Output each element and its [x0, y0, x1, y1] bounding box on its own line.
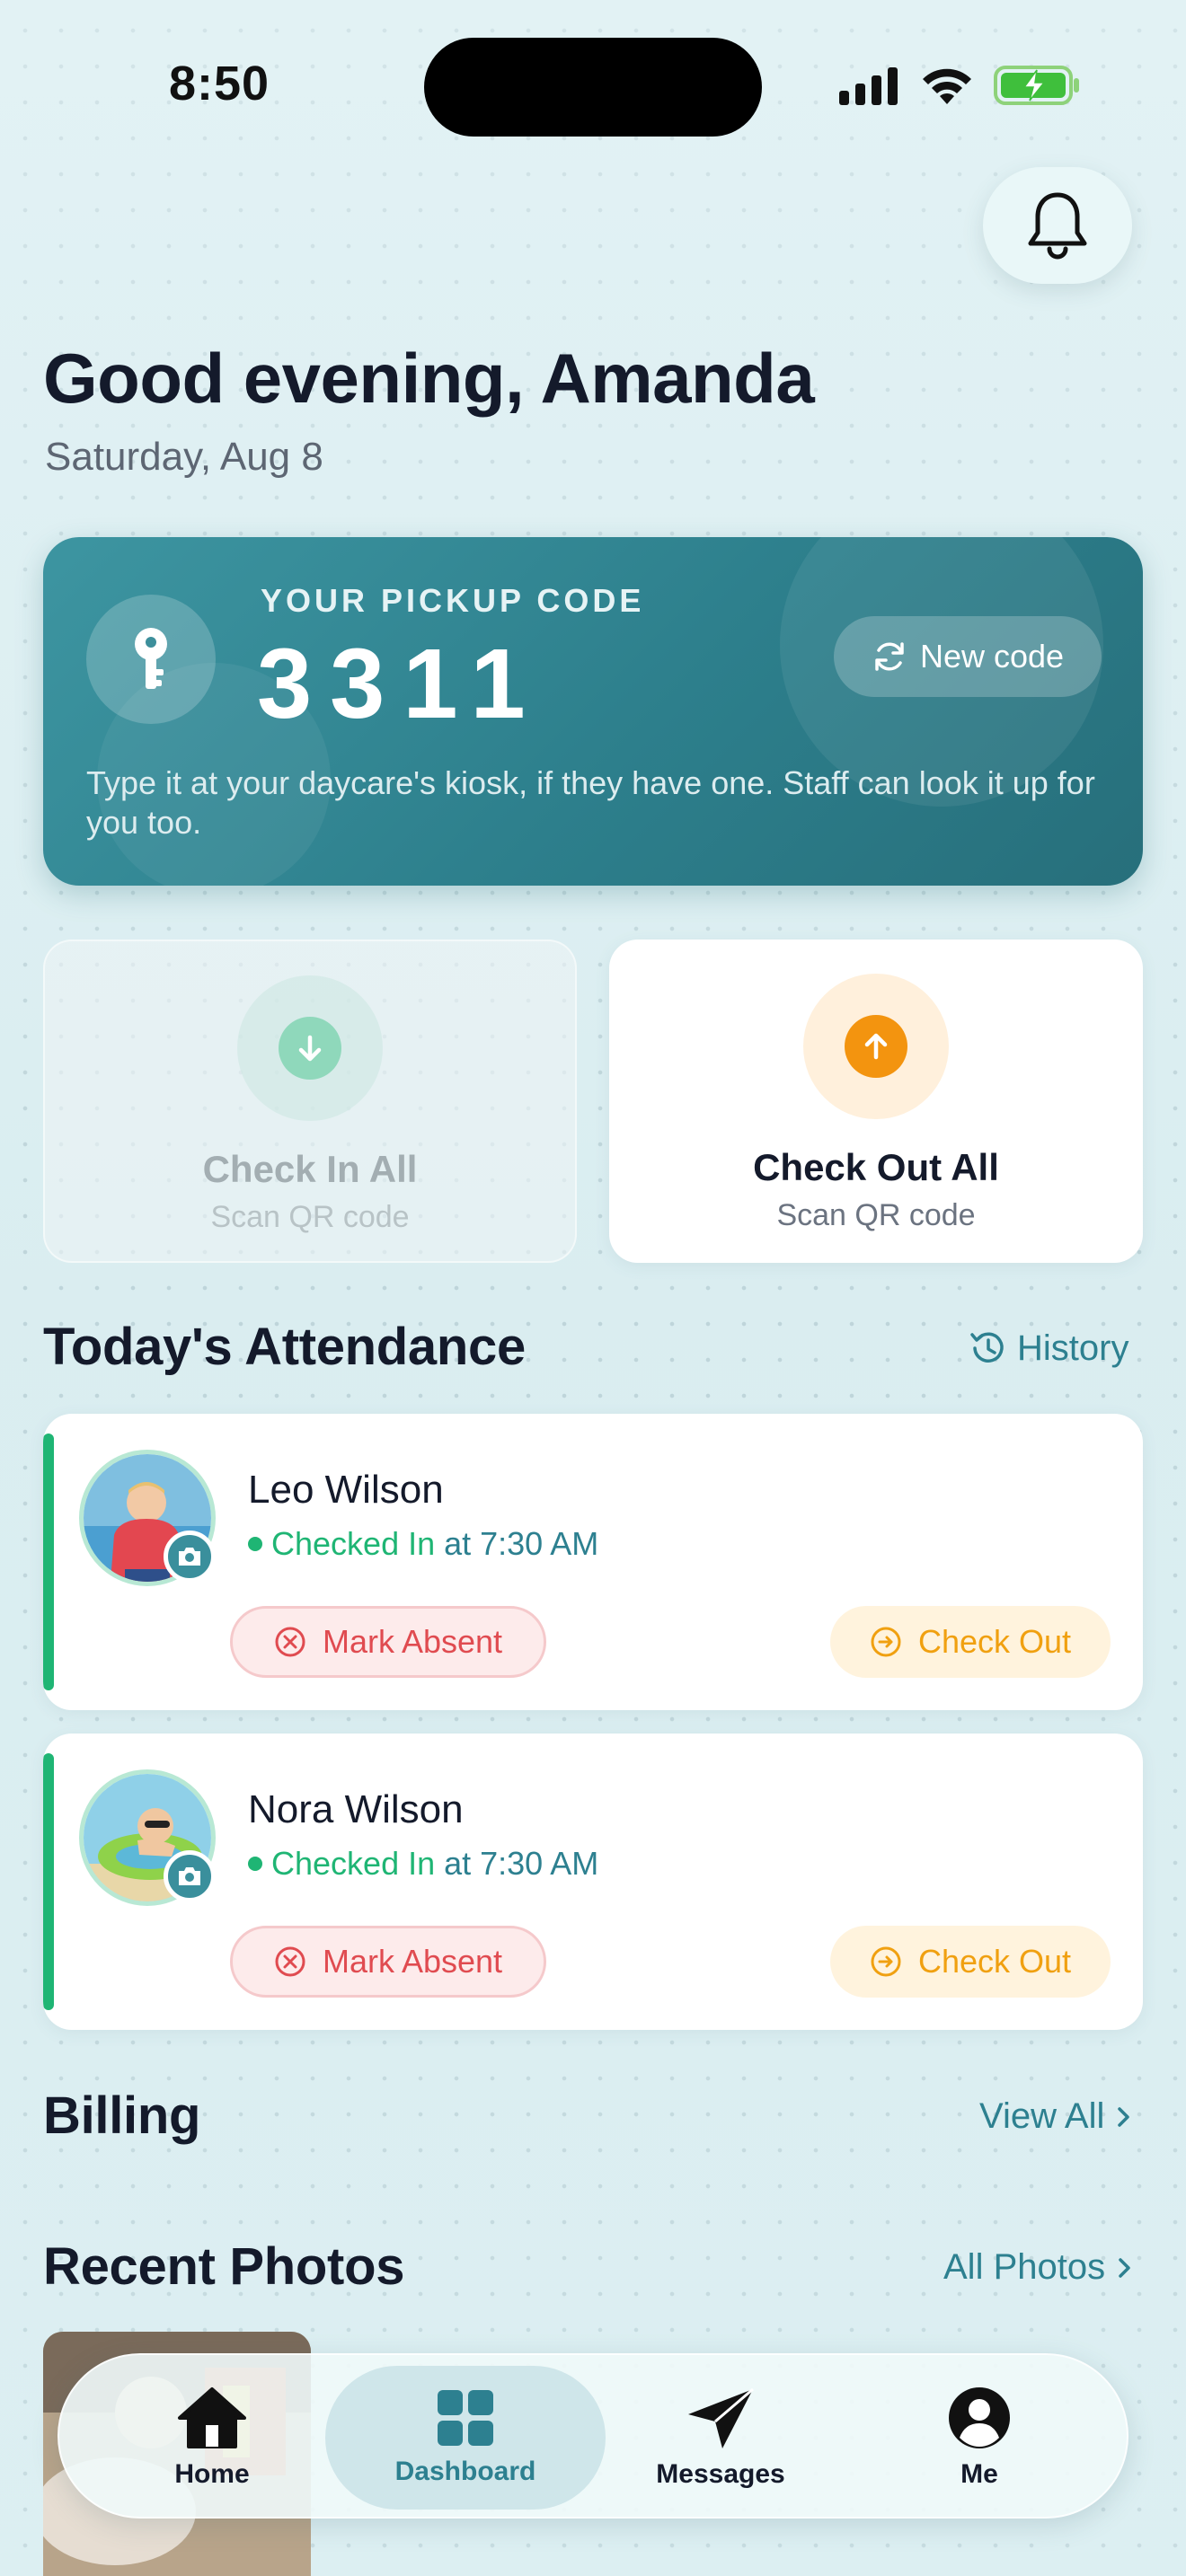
status-dot	[248, 1857, 262, 1871]
check-out-all-button[interactable]: Check Out All Scan QR code	[609, 940, 1143, 1263]
new-code-button[interactable]: New code	[834, 616, 1102, 697]
tab-me-label: Me	[960, 2459, 998, 2489]
new-code-label: New code	[919, 638, 1065, 675]
check-out-label: Check Out	[917, 1943, 1072, 1980]
wifi-icon	[923, 68, 971, 104]
attendance-section-title: Today's Attendance	[43, 1318, 526, 1376]
status-label: Checked In	[271, 1525, 436, 1562]
all-photos-label: All Photos	[943, 2247, 1106, 2287]
check-in-all-title: Check In All	[202, 1148, 418, 1190]
child-name: Leo Wilson	[248, 1468, 444, 1512]
x-circle-icon	[275, 1946, 305, 1977]
camera-icon[interactable]	[164, 1531, 216, 1583]
mark-absent-button[interactable]: Mark Absent	[230, 1926, 546, 1998]
attendance-card: Nora Wilson Checked In at 7:30 AM Mark A…	[43, 1734, 1143, 2030]
child-status: Checked In at 7:30 AM	[248, 1525, 598, 1563]
history-link[interactable]: History	[967, 1328, 1128, 1369]
dashboard-icon	[438, 2390, 493, 2446]
child-name: Nora Wilson	[248, 1787, 464, 1831]
mark-absent-button[interactable]: Mark Absent	[230, 1606, 546, 1678]
chevron-right-icon	[1118, 2106, 1130, 2127]
pickup-help-text: Type it at your daycare's kiosk, if they…	[86, 764, 1095, 841]
arrow-right-circle-icon	[871, 1627, 901, 1657]
x-circle-icon	[275, 1627, 305, 1657]
check-out-all-title: Check Out All	[753, 1146, 999, 1188]
camera-icon[interactable]	[164, 1850, 216, 1902]
cellular-signal-icon	[839, 67, 898, 105]
attendance-card: Leo Wilson Checked In at 7:30 AM Mark Ab…	[43, 1414, 1143, 1710]
status-dot	[248, 1537, 262, 1551]
check-out-label: Check Out	[917, 1623, 1072, 1660]
check-in-icon-wrap	[237, 975, 383, 1121]
pickup-code-label: YOUR PICKUP CODE	[261, 582, 645, 619]
dynamic-island	[424, 38, 762, 137]
billing-section-title: Billing	[43, 2086, 201, 2145]
paper-plane-icon	[688, 2387, 754, 2448]
billing-view-all-link[interactable]: View All	[979, 2096, 1135, 2137]
check-out-button[interactable]: Check Out	[830, 1606, 1111, 1678]
key-badge	[86, 595, 216, 724]
tab-home-label: Home	[174, 2459, 250, 2489]
arrow-down-icon	[279, 1017, 341, 1080]
arrow-right-circle-icon	[871, 1946, 901, 1977]
tab-messages[interactable]: Messages	[622, 2355, 819, 2520]
status-time: 8:50	[169, 57, 270, 110]
notifications-button[interactable]	[983, 167, 1132, 284]
check-in-all-button[interactable]: Check In All Scan QR code	[43, 940, 577, 1263]
pickup-code-value: 3311	[257, 629, 544, 739]
tab-dashboard[interactable]: Dashboard	[367, 2355, 564, 2520]
refresh-icon	[875, 642, 904, 671]
arrow-up-icon	[845, 1015, 907, 1078]
current-date: Saturday, Aug 8	[45, 435, 323, 479]
battery-charging-icon	[994, 66, 1079, 105]
check-out-icon-wrap	[803, 974, 949, 1119]
tab-me[interactable]: Me	[881, 2355, 1078, 2520]
status-label: Checked In	[271, 1845, 436, 1882]
history-label: History	[1017, 1328, 1129, 1368]
check-in-all-subtitle: Scan QR code	[210, 1200, 410, 1234]
child-status: Checked In at 7:30 AM	[248, 1845, 598, 1883]
tab-home[interactable]: Home	[113, 2355, 311, 2520]
home-icon	[178, 2387, 246, 2448]
view-all-label: View All	[979, 2096, 1105, 2136]
history-icon	[970, 1332, 1004, 1363]
greeting-title: Good evening, Amanda	[43, 339, 815, 418]
chevron-right-icon	[1119, 2257, 1130, 2278]
status-time: at 7:30 AM	[444, 1525, 599, 1562]
status-icons	[839, 65, 1080, 106]
tab-messages-label: Messages	[656, 2459, 785, 2489]
mark-absent-label: Mark Absent	[322, 1943, 503, 1980]
status-indicator-bar	[43, 1434, 54, 1690]
status-time: at 7:30 AM	[444, 1845, 599, 1882]
pickup-code-card: YOUR PICKUP CODE 3311 New code Type it a…	[43, 537, 1143, 886]
person-circle-icon	[949, 2387, 1010, 2448]
mark-absent-label: Mark Absent	[322, 1623, 503, 1660]
status-indicator-bar	[43, 1753, 54, 2010]
bell-icon	[1028, 192, 1087, 260]
tab-dashboard-label: Dashboard	[394, 2457, 536, 2486]
all-photos-link[interactable]: All Photos	[943, 2247, 1136, 2288]
check-out-all-subtitle: Scan QR code	[776, 1198, 976, 1232]
bottom-tab-bar: Home Dashboard Messages Me	[58, 2353, 1128, 2519]
key-icon	[135, 628, 167, 689]
check-out-button[interactable]: Check Out	[830, 1926, 1111, 1998]
photos-section-title: Recent Photos	[43, 2237, 405, 2296]
